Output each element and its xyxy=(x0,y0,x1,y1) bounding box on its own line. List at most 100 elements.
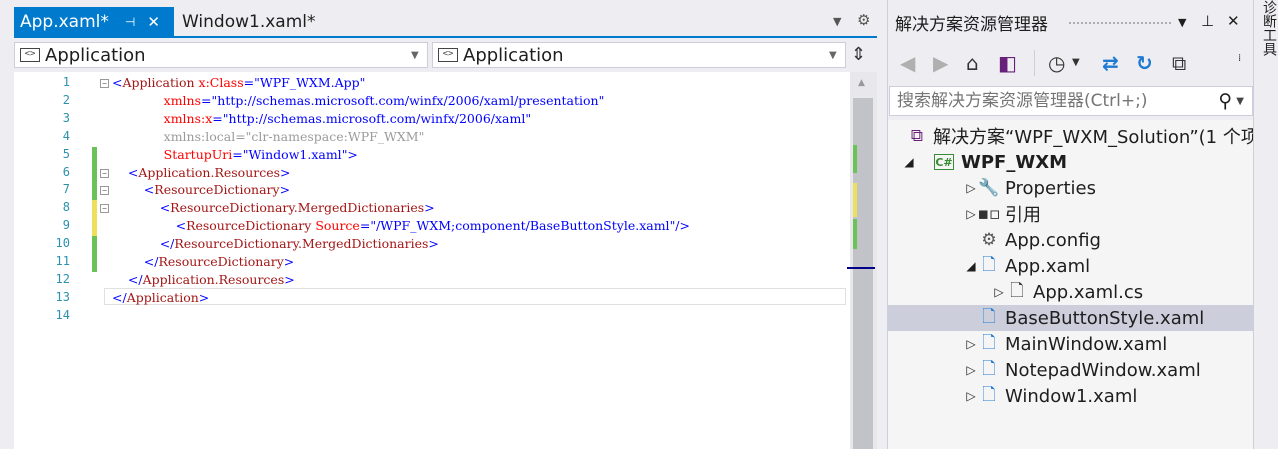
xaml-file-icon: 🗋 xyxy=(982,358,996,379)
window-position-dropdown-icon[interactable]: ▼ xyxy=(1178,16,1186,29)
line-number: 12 xyxy=(55,271,70,286)
sync-active-document-icon[interactable]: ⇄ xyxy=(1102,52,1119,74)
code-line[interactable]: <ResourceDictionary Source="/WPF_WXM;com… xyxy=(112,217,690,235)
tree-item[interactable]: ▷ 🔧 Properties xyxy=(888,175,1254,201)
code-token: StartupUri xyxy=(163,146,233,162)
xml-element-icon: <> xyxy=(438,48,458,62)
tree-item[interactable]: ◢ 🗋 App.xaml xyxy=(888,253,1254,279)
code-editor[interactable]: 1 2 3 4 5 6 7 8 9 10 11 12 13 14 − − − − <Application x:C… xyxy=(14,72,850,449)
tab-window1-xaml[interactable]: Window1.xaml* xyxy=(176,7,336,36)
collapse-all-icon[interactable]: ⧉ xyxy=(1172,52,1186,74)
code-line[interactable]: <ResourceDictionary> xyxy=(112,181,290,199)
pending-changes-filter-icon[interactable]: ◷ xyxy=(1048,52,1065,74)
csharp-project-icon: C# xyxy=(934,154,954,170)
chevron-down-icon[interactable]: ▼ xyxy=(1072,52,1080,74)
home-icon[interactable]: ⌂ xyxy=(966,52,979,74)
toolbar-overflow-icon[interactable]: ⁞ xyxy=(1238,48,1241,70)
collapsed-arrow-icon[interactable]: ▷ xyxy=(964,389,978,403)
code-line[interactable]: <ResourceDictionary.MergedDictionaries> xyxy=(112,199,435,217)
saved-change-marker xyxy=(92,236,97,255)
collapse-region-icon[interactable]: − xyxy=(100,79,109,88)
collapsed-arrow-icon[interactable]: ▷ xyxy=(964,181,978,195)
scrollbar-thumb[interactable] xyxy=(853,98,873,449)
scroll-up-arrow-icon[interactable]: ▲ xyxy=(858,78,865,88)
tree-item[interactable]: ◢ C# WPF_WXM xyxy=(888,149,1254,175)
code-line[interactable]: xmlns="http://schemas.microsoft.com/winf… xyxy=(112,92,605,110)
back-icon[interactable]: ◀ xyxy=(900,52,915,74)
tree-item[interactable]: ▷ 🗋 NotepadWindow.xaml xyxy=(888,357,1254,383)
collapsed-arrow-icon[interactable]: ▷ xyxy=(992,285,1006,299)
search-options-dropdown-icon[interactable]: ▼ xyxy=(1236,96,1244,107)
code-line[interactable]: </ResourceDictionary> xyxy=(112,253,294,271)
wrench-icon: 🔧 xyxy=(978,178,1000,198)
solution-explorer-pane: 解决方案资源管理器 ▼ ⊥ ✕ ◀ ▶ ⌂ ◧ ◷ ▼ ⇄ ↻ ⧉ ⁞ ⚲ ▼ … xyxy=(887,0,1254,449)
search-input[interactable] xyxy=(890,91,1219,111)
saved-change-marker xyxy=(92,164,97,183)
combo-value: Application xyxy=(463,44,564,66)
tree-item[interactable]: ⧉ 解决方案“WPF_WXM_Solution”(1 个项 xyxy=(888,123,1254,149)
combo-value: Application xyxy=(45,44,146,66)
collapse-region-icon[interactable]: − xyxy=(100,186,109,196)
code-line[interactable]: xmlns:x="http://schemas.microsoft.com/wi… xyxy=(112,110,531,128)
tree-item-label: App.xaml.cs xyxy=(1033,281,1144,303)
solution-tree[interactable]: ⧉ 解决方案“WPF_WXM_Solution”(1 个项 ◢ C# WPF_WXM ▷ 🔧… xyxy=(888,120,1254,449)
side-tool-strip: 诊断工具 xyxy=(1253,0,1278,449)
tree-item[interactable]: ▷ ▪▫ 引用 xyxy=(888,201,1254,227)
tab-label: App.xaml* xyxy=(20,11,109,32)
forward-icon[interactable]: ▶ xyxy=(933,52,948,74)
search-icon[interactable]: ⚲ xyxy=(1218,90,1232,112)
type-member-combo-right[interactable]: <> Application ▼ xyxy=(432,42,846,68)
close-icon[interactable]: ✕ xyxy=(1227,12,1240,30)
change-map-saved xyxy=(853,219,857,249)
expanded-arrow-icon[interactable]: ◢ xyxy=(964,259,978,273)
code-token: < xyxy=(112,75,123,90)
tree-item[interactable]: ▷ 🗋 App.xaml.cs xyxy=(888,279,1254,305)
code-line[interactable]: </Application.Resources> xyxy=(112,271,295,289)
code-token: "> xyxy=(341,146,358,162)
code-token: < xyxy=(143,182,155,198)
code-line[interactable]: xmlns:local="clr-namespace:WPF_WXM" xyxy=(112,128,425,146)
code-token: Window1.xaml xyxy=(248,146,342,162)
collapsed-arrow-icon[interactable]: ▷ xyxy=(964,337,978,351)
code-token: x:Class xyxy=(194,75,244,90)
code-token: ResourceDictionary xyxy=(186,218,312,234)
vertical-scrollbar[interactable]: ▲ xyxy=(850,72,877,449)
code-line[interactable]: StartupUri="Window1.xaml"> xyxy=(112,146,358,164)
pin-icon[interactable]: ⊣ xyxy=(125,15,135,29)
gear-icon[interactable]: ⚙ xyxy=(857,11,870,29)
tab-app-xaml[interactable]: App.xaml* ⊣ ✕ xyxy=(14,7,174,36)
split-editor-icon[interactable]: ⇕ xyxy=(851,44,866,65)
code-line[interactable]: </ResourceDictionary.MergedDictionaries> xyxy=(112,235,439,253)
pin-icon[interactable]: ⊥ xyxy=(1201,12,1214,30)
tree-item-label: 解决方案“WPF_WXM_Solution”(1 个项 xyxy=(933,127,1254,148)
switch-views-icon[interactable]: ◧ xyxy=(998,52,1017,74)
tree-item[interactable]: ▷ 🗋 MainWindow.xaml xyxy=(888,331,1254,357)
code-line[interactable]: <Application x:Class="WPF_WXM.App" xyxy=(112,74,365,92)
collapse-region-icon[interactable]: − xyxy=(100,168,109,178)
tree-item[interactable]: ▷ 🗋 Window1.xaml xyxy=(888,383,1254,409)
xaml-file-icon: 🗋 xyxy=(982,254,996,275)
solution-explorer-search[interactable]: ⚲ ▼ xyxy=(889,86,1253,116)
tab-overflow-dropdown-icon[interactable]: ▼ xyxy=(833,15,841,28)
code-line[interactable]: </Application> xyxy=(112,289,209,307)
collapsed-arrow-icon[interactable]: ▷ xyxy=(964,363,978,377)
expanded-arrow-icon[interactable]: ◢ xyxy=(902,155,916,169)
collapsed-arrow-icon[interactable]: ▷ xyxy=(964,207,978,221)
collapse-region-icon[interactable]: − xyxy=(100,204,109,214)
config-file-icon: ⚙ xyxy=(981,230,997,250)
type-member-combo-left[interactable]: <> Application ▼ xyxy=(14,42,428,68)
diagnostic-tools-tab[interactable]: 诊断工具 xyxy=(1259,0,1278,56)
tree-item[interactable]: 🗋 BaseButtonStyle.xaml xyxy=(888,305,1254,331)
refresh-icon[interactable]: ↻ xyxy=(1136,52,1153,74)
code-token: > xyxy=(428,236,439,252)
solution-explorer-titlebar[interactable]: 解决方案资源管理器 ▼ ⊥ ✕ xyxy=(888,0,1254,44)
code-line[interactable]: <Application.Resources> xyxy=(112,164,291,182)
line-number-gutter: 1 2 3 4 5 6 7 8 9 10 11 12 13 14 xyxy=(14,72,102,449)
code-token: > xyxy=(284,271,295,287)
close-icon[interactable]: ✕ xyxy=(147,13,160,31)
tree-item[interactable]: ⚙ App.config xyxy=(888,227,1254,253)
